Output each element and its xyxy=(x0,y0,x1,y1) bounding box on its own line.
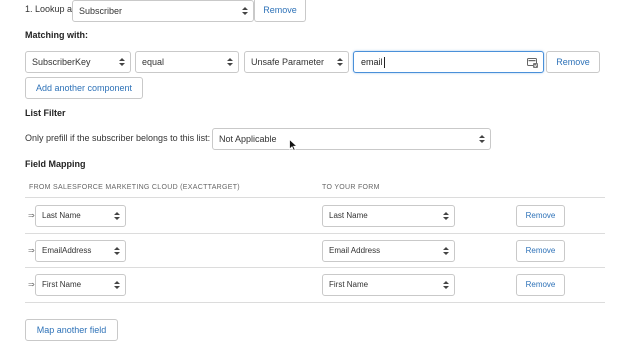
mouse-cursor-icon xyxy=(289,139,298,152)
map-another-field-button[interactable]: Map another field xyxy=(25,319,118,341)
matching-field-value: SubscriberKey xyxy=(32,57,91,67)
autofill-card-icon[interactable] xyxy=(527,57,538,68)
mapping-from-value: EmailAddress xyxy=(42,246,92,255)
select-arrows-icon xyxy=(479,135,485,143)
matching-remove-button[interactable]: Remove xyxy=(546,51,600,73)
matching-field-select[interactable]: SubscriberKey xyxy=(25,51,131,73)
mapping-remove-button[interactable]: Remove xyxy=(516,240,565,262)
drag-handle-icon[interactable]: ⇒ xyxy=(28,280,35,289)
select-arrows-icon xyxy=(443,212,449,220)
mapping-to-select[interactable]: First Name xyxy=(322,274,455,296)
select-arrows-icon xyxy=(119,58,125,66)
mapping-from-select[interactable]: EmailAddress xyxy=(35,240,126,262)
select-arrows-icon xyxy=(443,247,449,255)
lookup-remove-button[interactable]: Remove xyxy=(254,0,306,22)
mapping-from-value: Last Name xyxy=(42,211,81,220)
select-arrows-icon xyxy=(337,58,343,66)
divider xyxy=(25,302,605,303)
add-component-button[interactable]: Add another component xyxy=(25,77,143,99)
matching-heading: Matching with: xyxy=(25,30,88,40)
mapping-from-select[interactable]: First Name xyxy=(35,274,126,296)
mapping-to-select[interactable]: Email Address xyxy=(322,240,455,262)
matching-type-value: Unsafe Parameter xyxy=(251,57,325,67)
list-filter-label: Only prefill if the subscriber belongs t… xyxy=(25,133,211,143)
mapping-from-select[interactable]: Last Name xyxy=(35,205,126,227)
matching-parameter-input[interactable]: email xyxy=(353,51,544,73)
lookup-object-select[interactable]: Subscriber xyxy=(72,0,254,22)
mapping-remove-button[interactable]: Remove xyxy=(516,205,565,227)
select-arrows-icon xyxy=(114,212,120,220)
mapping-to-value: Email Address xyxy=(329,246,381,255)
column-header-to: TO YOUR FORM xyxy=(322,184,380,191)
field-mapping-heading: Field Mapping xyxy=(25,159,86,169)
lookup-object-value: Subscriber xyxy=(79,6,123,16)
lookup-label: 1. Lookup a xyxy=(25,4,73,14)
divider xyxy=(25,197,605,198)
mapping-to-value: Last Name xyxy=(329,211,368,220)
select-arrows-icon xyxy=(227,58,233,66)
matching-operator-value: equal xyxy=(142,57,165,67)
divider xyxy=(25,267,605,268)
select-arrows-icon xyxy=(114,247,120,255)
matching-operator-select[interactable]: equal xyxy=(135,51,239,73)
drag-handle-icon[interactable]: ⇒ xyxy=(28,211,35,220)
matching-type-select[interactable]: Unsafe Parameter xyxy=(244,51,349,73)
list-filter-heading: List Filter xyxy=(25,108,66,118)
select-arrows-icon xyxy=(242,7,248,15)
mapping-from-value: First Name xyxy=(42,280,82,289)
column-header-from: FROM SALESFORCE MARKETING CLOUD (EXACTTA… xyxy=(29,184,240,191)
select-arrows-icon xyxy=(443,281,449,289)
select-arrows-icon xyxy=(114,281,120,289)
matching-parameter-value: email xyxy=(361,57,383,67)
drag-handle-icon[interactable]: ⇒ xyxy=(28,246,35,255)
text-caret xyxy=(383,57,385,69)
mapping-remove-button[interactable]: Remove xyxy=(516,274,565,296)
list-filter-select[interactable]: Not Applicable xyxy=(212,128,491,150)
list-filter-value: Not Applicable xyxy=(219,134,277,144)
mapping-to-select[interactable]: Last Name xyxy=(322,205,455,227)
divider xyxy=(25,233,605,234)
mapping-to-value: First Name xyxy=(329,280,369,289)
